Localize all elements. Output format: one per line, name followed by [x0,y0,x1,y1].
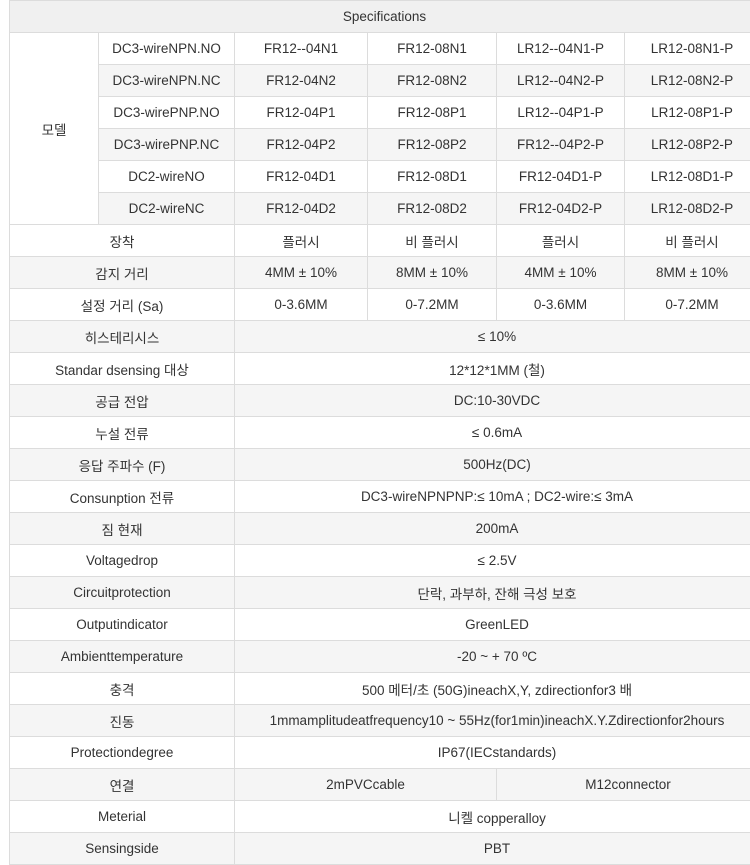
model-cell: FR12-04D2 [234,192,368,225]
model-type: DC3-wireNPN.NO [98,32,235,65]
model-cell: FR12-08N1 [367,32,497,65]
model-cell: FR12-08P1 [367,96,497,129]
mounting-value: 비 플러시 [367,224,497,257]
model-cell: FR12-08D1 [367,160,497,193]
spec-label: Outputindicator [9,608,235,641]
model-cell: FR12-04P1 [234,96,368,129]
spec-value: ≤ 10% [233,320,750,353]
spec-value: 500 메터/초 (50G)ineachX,Y, zdirectionfor3 … [233,672,750,705]
set-distance-label: 설정 거리 (Sa) [9,288,235,321]
connection-value: M12connector [495,768,750,801]
sensing-side-label: Sensingside [9,832,235,865]
spec-label: 충격 [9,672,235,705]
mounting-value: 플러시 [234,224,368,257]
spec-label: Protectiondegree [9,736,235,769]
model-label: 모델 [9,32,99,225]
spec-value: 12*12*1MM (철) [233,352,750,385]
connection-label: 연결 [9,768,235,801]
spec-label: Ambienttemperature [9,640,235,673]
model-cell: FR12--04P2-P [496,128,625,161]
sensing-distance-value: 8MM ± 10% [623,256,750,289]
spec-value: 200mA [233,512,750,545]
spec-value: 단락, 과부하, 잔해 극성 보호 [233,576,750,609]
spec-label: Consunption 전류 [9,480,235,513]
spec-value: DC3-wireNPNPNP:≤ 10mA ; DC2-wire:≤ 3mA [233,480,750,513]
spec-label: 히스테리시스 [9,320,235,353]
spec-label: Circuitprotection [9,576,235,609]
model-cell: FR12--04N1 [234,32,368,65]
spec-value: GreenLED [233,608,750,641]
model-cell: FR12-04N2 [234,64,368,97]
mounting-value: 플러시 [496,224,625,257]
table-header: Specifications [8,0,750,33]
spec-value: ≤ 2.5V [233,544,750,577]
model-cell: LR12-08D1-P [623,160,750,193]
sensing-distance-value: 8MM ± 10% [367,256,497,289]
spec-value: ≤ 0.6mA [233,416,750,449]
spec-label: 짐 현재 [9,512,235,545]
spec-value: 1mmamplitudeatfrequency10 ~ 55Hz(for1min… [233,704,750,737]
spec-label: Voltagedrop [9,544,235,577]
set-distance-value: 0-3.6MM [234,288,368,321]
sensing-side-value: PBT [233,832,750,865]
model-type: DC3-wireNPN.NC [98,64,235,97]
model-type: DC3-wirePNP.NO [98,96,235,129]
mounting-label: 장착 [9,224,235,257]
model-type: DC2-wireNC [98,192,235,225]
spec-label: Standar dsensing 대상 [9,352,235,385]
spec-label: 누설 전류 [9,416,235,449]
spec-label: 응답 주파수 (F) [9,448,235,481]
sensing-distance-value: 4MM ± 10% [234,256,368,289]
model-type: DC3-wirePNP.NC [98,128,235,161]
model-cell: LR12-08P1-P [623,96,750,129]
model-cell: LR12-08N1-P [623,32,750,65]
model-cell: FR12-08P2 [367,128,497,161]
set-distance-value: 0-3.6MM [496,288,625,321]
mounting-value: 비 플러시 [623,224,750,257]
model-cell: FR12-04P2 [234,128,368,161]
model-cell: LR12-08N2-P [623,64,750,97]
sensing-distance-value: 4MM ± 10% [496,256,625,289]
model-cell: LR12--04P1-P [496,96,625,129]
material-value: 니켈 copperalloy [233,800,750,833]
set-distance-value: 0-7.2MM [623,288,750,321]
model-cell: LR12--04N2-P [496,64,625,97]
model-cell: FR12-04D1-P [496,160,625,193]
material-label: Meterial [9,800,235,833]
spec-label: 공급 전압 [9,384,235,417]
set-distance-value: 0-7.2MM [367,288,497,321]
model-cell: LR12--04N1-P [496,32,625,65]
model-cell: LR12-08P2-P [623,128,750,161]
spec-value: DC:10-30VDC [233,384,750,417]
spec-value: -20 ~ + 70 ºC [233,640,750,673]
model-cell: FR12-08N2 [367,64,497,97]
spec-value: IP67(IECstandards) [233,736,750,769]
connection-value: 2mPVCcable [234,768,497,801]
model-cell: FR12-08D2 [367,192,497,225]
spec-value: 500Hz(DC) [233,448,750,481]
specifications-table: Specifications 모델 DC3-wireNPN.NO FR12--0… [8,0,750,865]
model-cell: FR12-04D2-P [496,192,625,225]
spec-label: 진동 [9,704,235,737]
model-cell: LR12-08D2-P [623,192,750,225]
model-cell: FR12-04D1 [234,160,368,193]
sensing-distance-label: 감지 거리 [9,256,235,289]
model-type: DC2-wireNO [98,160,235,193]
